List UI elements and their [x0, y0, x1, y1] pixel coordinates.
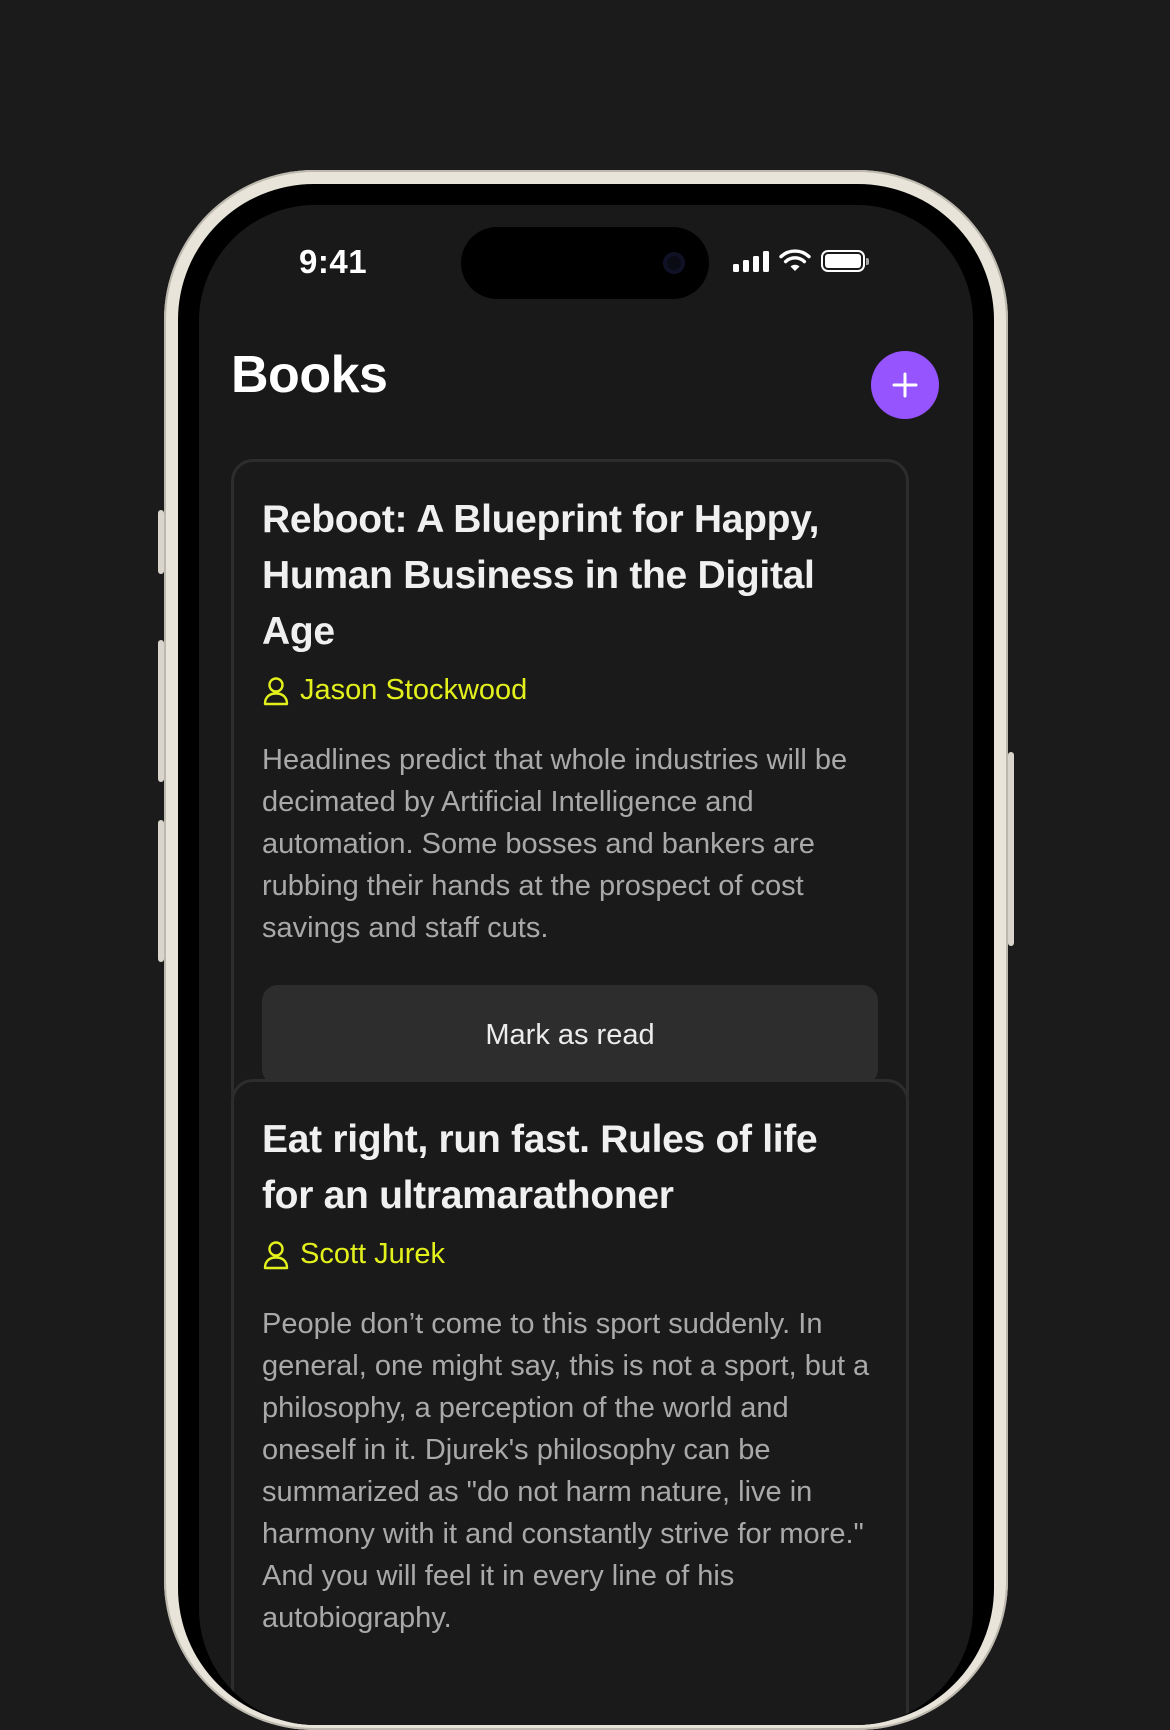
book-author: Scott Jurek: [300, 1238, 446, 1270]
book-card: Reboot: A Blueprint for Happy, Human Bus…: [231, 459, 909, 1116]
author-row: Jason Stockwood: [262, 674, 878, 707]
user-icon: [263, 676, 289, 705]
plus-icon: [892, 372, 918, 398]
book-title: Reboot: A Blueprint for Happy, Human Bus…: [262, 498, 820, 653]
book-card: Eat right, run fast. Rules of life for a…: [231, 1079, 909, 1725]
power-button: [1008, 752, 1014, 946]
status-icons: [733, 249, 869, 273]
dynamic-island: [461, 227, 709, 299]
mark-as-read-button[interactable]: Mark as read: [262, 985, 878, 1085]
book-description: People don’t come to this sport suddenly…: [262, 1308, 870, 1634]
add-book-button[interactable]: [871, 351, 939, 419]
book-author: Jason Stockwood: [300, 674, 528, 706]
author-row: Scott Jurek: [262, 1238, 878, 1271]
front-camera-icon: [663, 252, 685, 274]
book-description: Headlines predict that whole industries …: [262, 744, 848, 944]
status-time: 9:41: [299, 243, 368, 280]
phone-screen: 9:41 Books Reboot: A Blueprint for Happy…: [199, 205, 973, 1725]
wifi-icon: [779, 249, 811, 271]
battery-icon: [821, 250, 869, 272]
book-title: Eat right, run fast. Rules of life for a…: [262, 1118, 818, 1217]
page-title: Books: [231, 346, 388, 404]
cellular-signal-icon: [733, 250, 769, 272]
user-icon: [263, 1240, 289, 1269]
